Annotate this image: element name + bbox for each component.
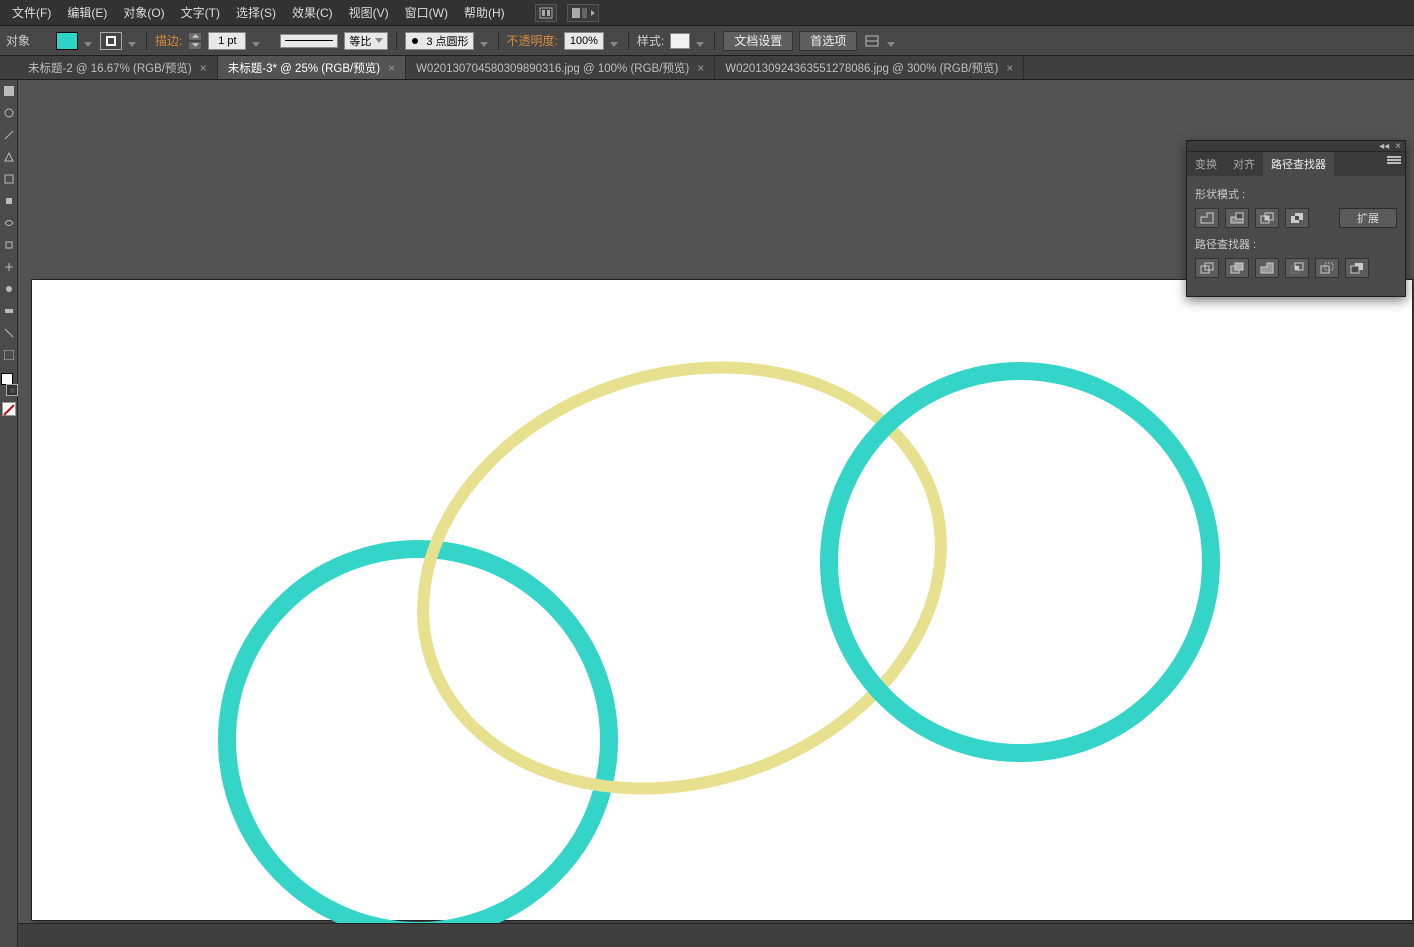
tool-generic-icon[interactable]	[0, 190, 18, 212]
doc-tab-3[interactable]: W020130924363551278086.jpg @ 300% (RGB/预…	[715, 56, 1024, 79]
menu-select[interactable]: 选择(S)	[230, 1, 282, 24]
trim-icon[interactable]	[1225, 258, 1249, 278]
unite-icon[interactable]	[1195, 208, 1219, 228]
doc-tab-0[interactable]: 未标题-2 @ 16.67% (RGB/预览) ×	[18, 56, 218, 79]
menu-edit[interactable]: 编辑(E)	[61, 1, 113, 24]
tool-strip	[0, 80, 18, 947]
pathfinder-panel: ◂◂ × 变换 对齐 路径查找器 形状模式 : 扩展 路径查找器 :	[1186, 140, 1406, 297]
close-icon[interactable]: ×	[1006, 61, 1013, 75]
merge-icon[interactable]	[1255, 258, 1279, 278]
shape-modes-label: 形状模式 :	[1195, 186, 1397, 202]
stroke-dropdown-icon[interactable]	[128, 36, 138, 46]
stroke-down-icon[interactable]	[188, 41, 202, 50]
close-icon[interactable]: ×	[697, 61, 704, 75]
menu-effect[interactable]: 效果(C)	[286, 1, 339, 24]
panel-tab-align[interactable]: 对齐	[1225, 152, 1263, 176]
preferences-button[interactable]: 首选项	[799, 31, 857, 51]
tool-generic-icon[interactable]	[0, 146, 18, 168]
brush-combo[interactable]: 3 点圆形	[405, 32, 473, 50]
fill-swatch[interactable]	[56, 32, 78, 50]
menu-file[interactable]: 文件(F)	[6, 1, 57, 24]
stroke-weight-stepper[interactable]	[188, 32, 202, 50]
tool-generic-icon[interactable]	[0, 344, 18, 366]
doc-tab-label: W020130924363551278086.jpg @ 300% (RGB/预…	[725, 60, 998, 76]
fill-dropdown-icon[interactable]	[84, 36, 94, 46]
tool-generic-icon[interactable]	[0, 102, 18, 124]
stroke-weight-dropdown-icon[interactable]	[252, 36, 262, 46]
menu-bar: 文件(F) 编辑(E) 对象(O) 文字(T) 选择(S) 效果(C) 视图(V…	[0, 0, 1414, 26]
menu-window[interactable]: 窗口(W)	[399, 1, 454, 24]
minus-back-icon[interactable]	[1345, 258, 1369, 278]
intersect-icon[interactable]	[1255, 208, 1279, 228]
panel-tab-transform[interactable]: 变换	[1187, 152, 1225, 176]
tool-generic-icon[interactable]	[0, 256, 18, 278]
graphic-style-swatch[interactable]	[670, 33, 690, 49]
arrange-documents-icon[interactable]	[567, 4, 599, 22]
menu-view[interactable]: 视图(V)	[343, 1, 395, 24]
status-bar	[18, 923, 1414, 947]
panel-tabs: 变换 对齐 路径查找器	[1187, 151, 1405, 176]
outline-icon[interactable]	[1315, 258, 1339, 278]
tool-generic-icon[interactable]	[0, 80, 18, 102]
doc-tab-label: W020130704580309890316.jpg @ 100% (RGB/预…	[416, 60, 689, 76]
stroke-weight-input[interactable]	[208, 32, 246, 50]
shape-circle-teal-right[interactable]	[820, 362, 1220, 762]
no-color-icon[interactable]	[2, 402, 16, 416]
stroke-label[interactable]: 描边:	[155, 32, 182, 49]
tool-generic-icon[interactable]	[0, 322, 18, 344]
stroke-up-icon[interactable]	[188, 32, 202, 41]
minus-front-icon[interactable]	[1225, 208, 1249, 228]
opacity-dropdown-icon[interactable]	[610, 36, 620, 46]
tool-generic-icon[interactable]	[0, 300, 18, 322]
style-label: 样式:	[637, 32, 664, 49]
control-bar: 对象 描边: 等比 3 点圆形 不透明度: 样式: 文档设置 首选项	[0, 26, 1414, 56]
close-icon[interactable]: ×	[388, 61, 395, 75]
document-setup-button[interactable]: 文档设置	[723, 31, 793, 51]
stroke-box-icon[interactable]	[6, 384, 18, 396]
work-area: ◂◂ × 变换 对齐 路径查找器 形状模式 : 扩展 路径查找器 :	[0, 80, 1414, 947]
panel-close-icon[interactable]: ×	[1395, 141, 1401, 152]
menu-type[interactable]: 文字(T)	[175, 1, 226, 24]
align-dropdown-icon[interactable]	[887, 36, 897, 46]
brush-dropdown-icon[interactable]	[480, 36, 490, 46]
stroke-profile-combo[interactable]: 等比	[344, 32, 388, 50]
stroke-swatch[interactable]	[100, 32, 122, 50]
panel-tab-pathfinder[interactable]: 路径查找器	[1263, 152, 1334, 176]
divide-icon[interactable]	[1195, 258, 1219, 278]
bridge-icon[interactable]	[535, 4, 557, 22]
crop-icon[interactable]	[1285, 258, 1309, 278]
bullet-icon	[410, 36, 420, 46]
close-icon[interactable]: ×	[200, 61, 207, 75]
menu-help[interactable]: 帮助(H)	[458, 1, 511, 24]
tool-generic-icon[interactable]	[0, 234, 18, 256]
fill-stroke-toggle[interactable]	[0, 372, 18, 396]
tool-generic-icon[interactable]	[0, 168, 18, 190]
doc-tab-2[interactable]: W020130704580309890316.jpg @ 100% (RGB/预…	[406, 56, 715, 79]
panel-collapse-icon[interactable]: ◂◂	[1379, 141, 1389, 152]
tool-generic-icon[interactable]	[0, 278, 18, 300]
opacity-label[interactable]: 不透明度:	[507, 32, 558, 49]
pathfinders-label: 路径查找器 :	[1195, 236, 1397, 252]
exclude-icon[interactable]	[1285, 208, 1309, 228]
tool-generic-icon[interactable]	[0, 124, 18, 146]
doc-tab-1[interactable]: 未标题-3* @ 25% (RGB/预览) ×	[218, 56, 406, 79]
panel-grip[interactable]: ◂◂ ×	[1187, 141, 1405, 151]
expand-button[interactable]: 扩展	[1339, 208, 1397, 228]
doc-tab-label: 未标题-3* @ 25% (RGB/预览)	[228, 60, 380, 76]
stroke-profile-preview[interactable]	[280, 34, 338, 48]
panel-menu-icon[interactable]	[1387, 155, 1401, 167]
style-dropdown-icon[interactable]	[696, 36, 706, 46]
doc-tab-label: 未标题-2 @ 16.67% (RGB/预览)	[28, 60, 192, 76]
document-tabs: 未标题-2 @ 16.67% (RGB/预览) × 未标题-3* @ 25% (…	[0, 56, 1414, 80]
tool-generic-icon[interactable]	[0, 212, 18, 234]
menu-object[interactable]: 对象(O)	[117, 1, 170, 24]
opacity-input[interactable]	[564, 32, 604, 50]
align-to-icon[interactable]	[863, 32, 881, 50]
selection-target-label: 对象	[6, 32, 30, 49]
